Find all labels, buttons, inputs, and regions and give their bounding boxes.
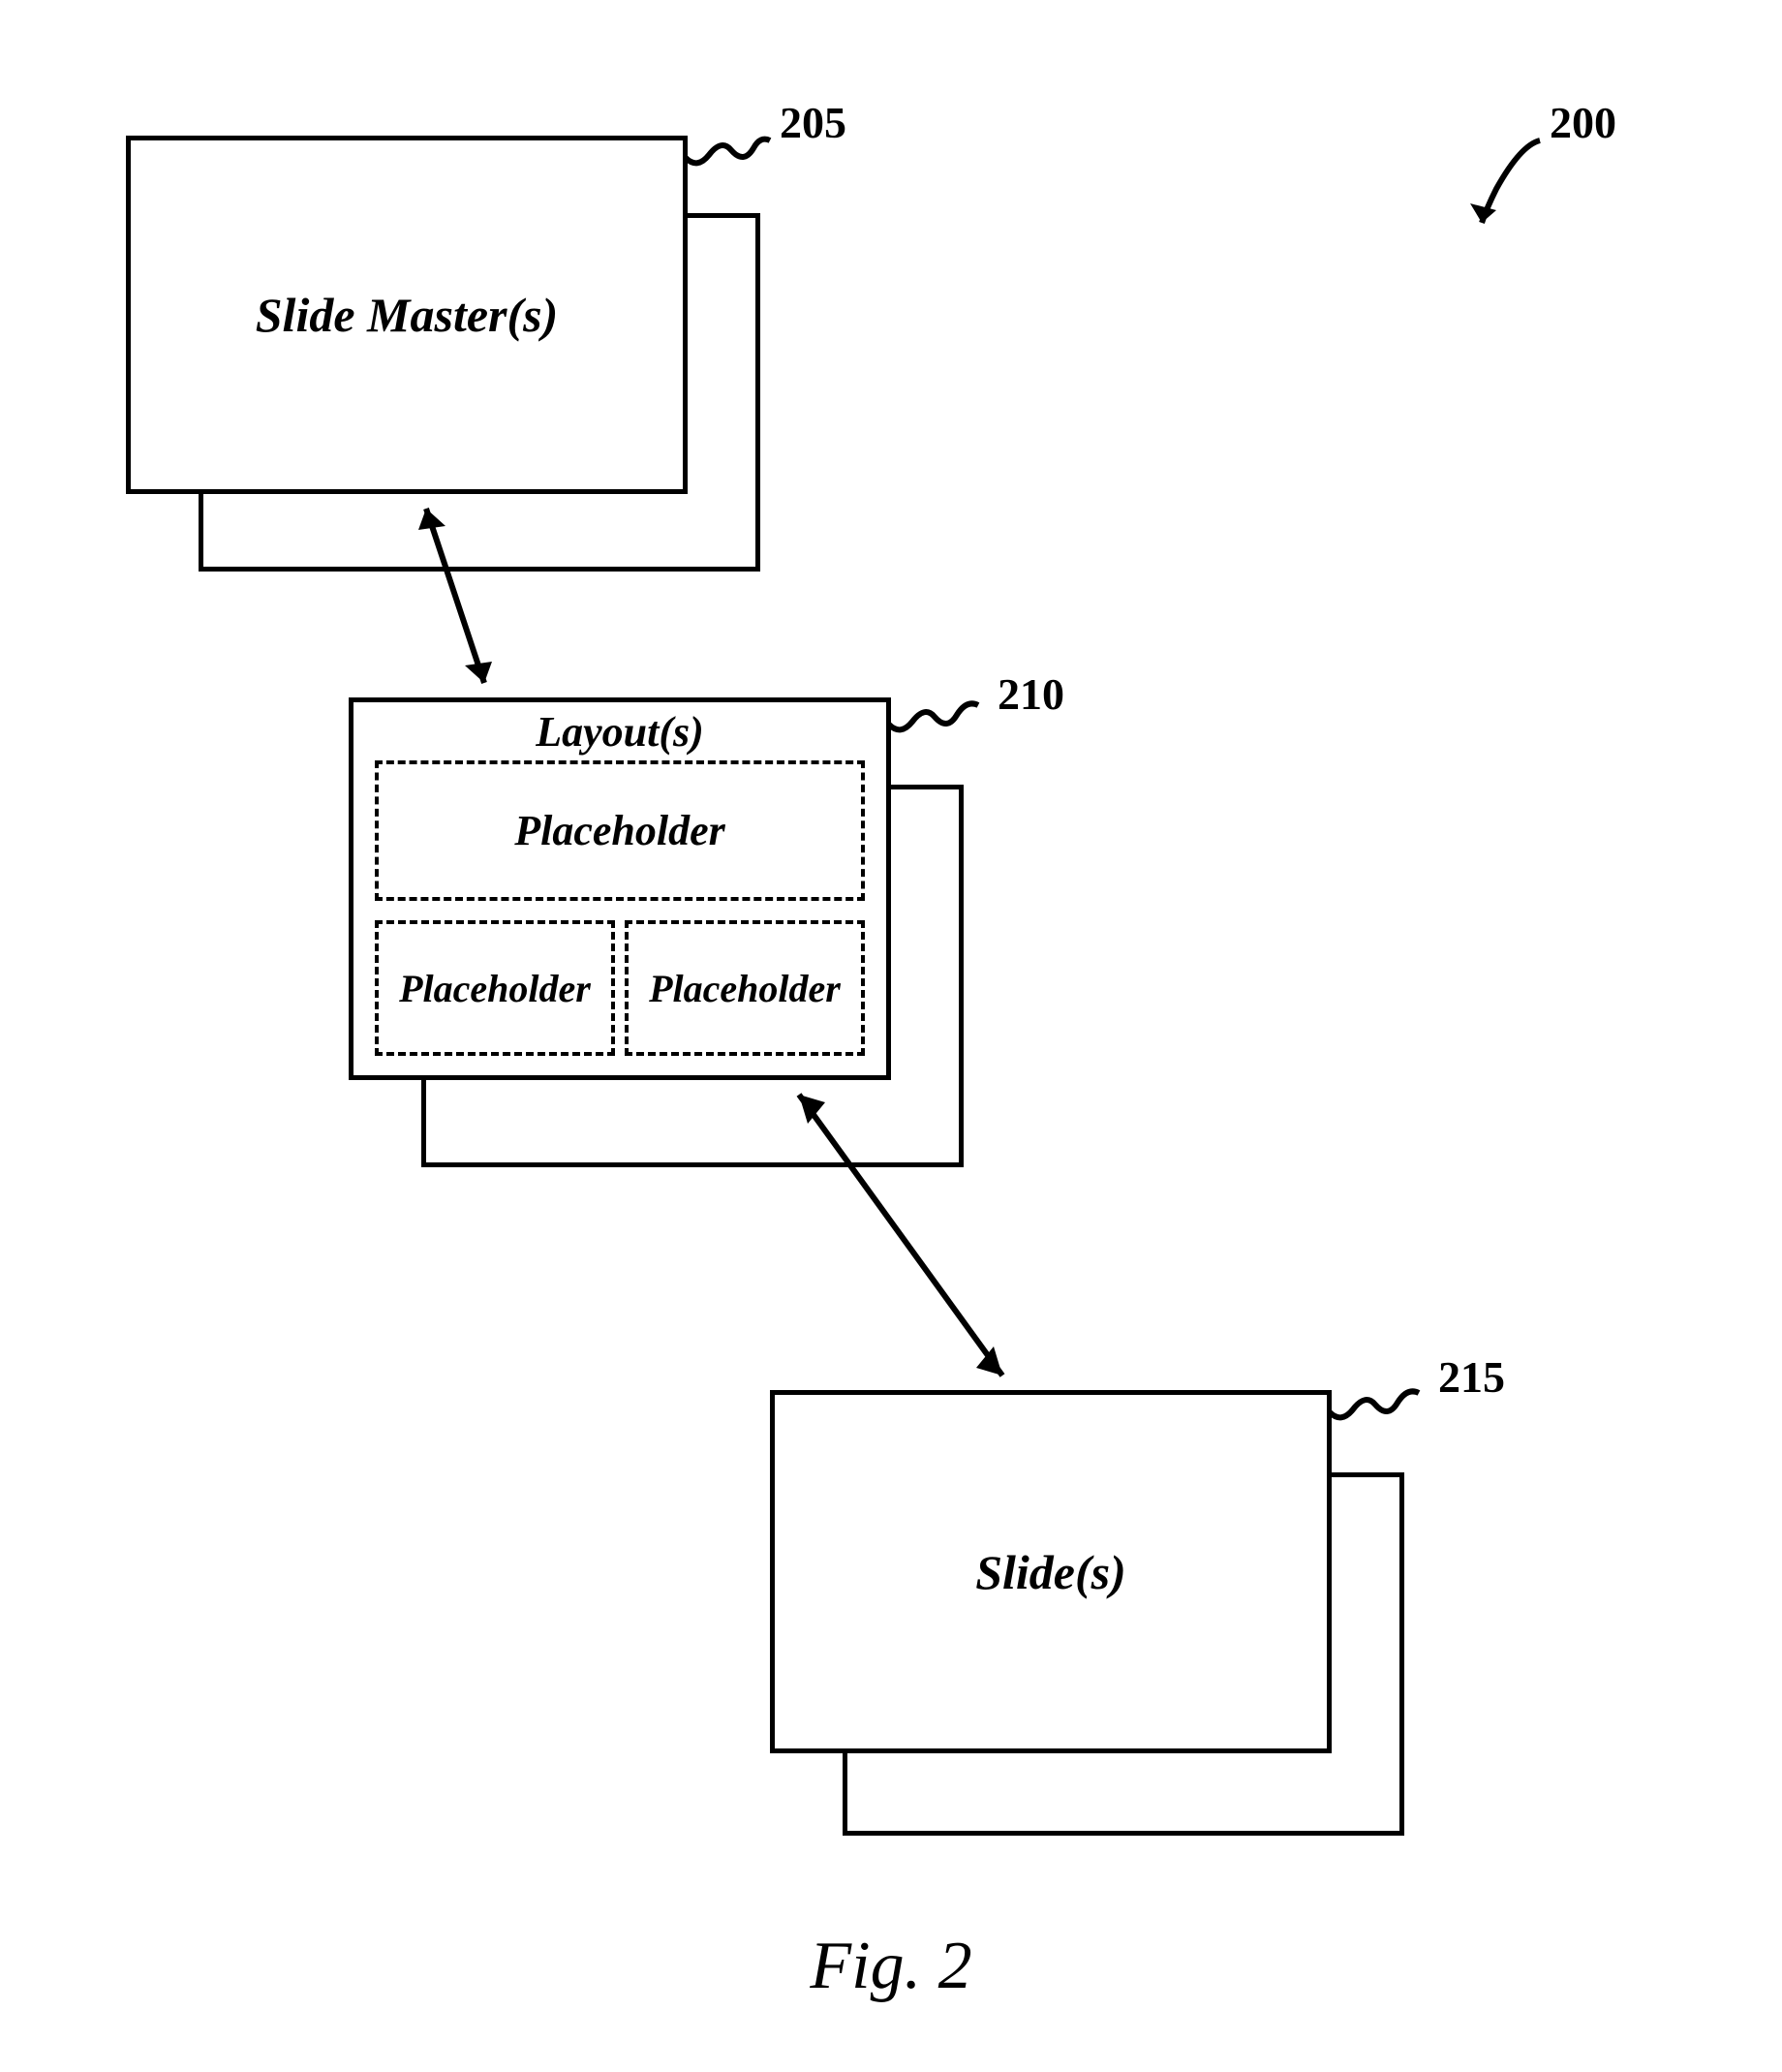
slide-ref-squiggle: [1322, 1366, 1438, 1434]
placeholder-br-label: Placeholder: [649, 966, 841, 1011]
layout-front: Layout(s) Placeholder Placeholder Placeh…: [349, 697, 891, 1080]
placeholder-bottom-left: Placeholder: [375, 920, 615, 1056]
placeholder-bl-label: Placeholder: [399, 966, 591, 1011]
layout-ref-num: 210: [998, 668, 1064, 720]
main-ref-arrow: [1453, 131, 1569, 247]
master-ref-num: 205: [780, 97, 846, 148]
diagram-canvas: 200 Slide Master(s) 205 Layout(s) Placeh…: [0, 0, 1782, 2072]
arrow-master-layout: [397, 489, 513, 702]
placeholder-top-label: Placeholder: [514, 806, 725, 855]
placeholder-top: Placeholder: [375, 760, 865, 901]
slide-label: Slide(s): [975, 1544, 1126, 1600]
arrow-layout-slide: [775, 1075, 1027, 1395]
master-ref-squiggle: [678, 111, 784, 179]
slide-master-label: Slide Master(s): [256, 287, 559, 343]
slide-master-front: Slide Master(s): [126, 136, 688, 494]
layout-ref-squiggle: [881, 678, 998, 746]
slide-ref-num: 215: [1438, 1351, 1505, 1403]
slide-front: Slide(s): [770, 1390, 1332, 1753]
figure-caption: Fig. 2: [0, 1928, 1782, 2005]
layout-title: Layout(s): [353, 707, 886, 757]
placeholder-bottom-right: Placeholder: [625, 920, 865, 1056]
